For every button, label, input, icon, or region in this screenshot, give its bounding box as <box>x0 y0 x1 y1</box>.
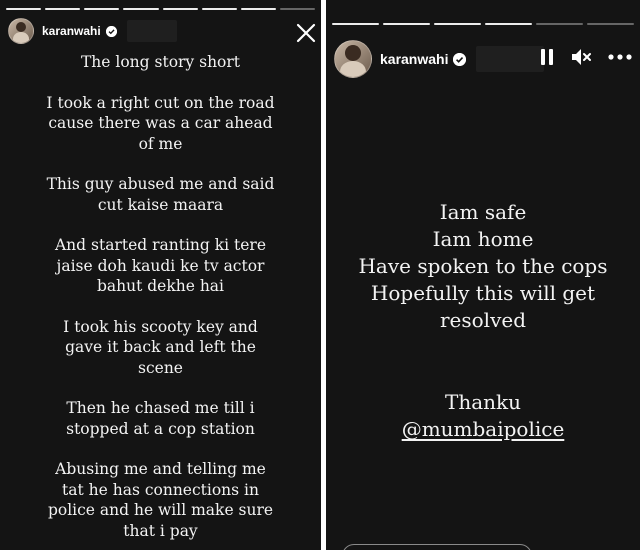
username[interactable]: karanwahi <box>42 24 101 38</box>
story-progress-bar <box>332 23 634 25</box>
story-paragraph: I took his scooty key and gave it back a… <box>63 317 258 377</box>
pause-icon[interactable] <box>540 48 554 66</box>
thanks-text: Thanku <box>444 390 522 414</box>
story-panel-left: karanwahi The long story short I took a … <box>0 0 321 550</box>
story-progress-bar <box>6 8 315 10</box>
progress-segment <box>162 8 198 10</box>
story-line: Hopefully this will get <box>370 281 596 305</box>
story-line: Have spoken to the cops <box>358 254 608 278</box>
progress-segment <box>536 23 583 25</box>
avatar[interactable] <box>334 40 372 78</box>
mute-icon[interactable] <box>571 48 591 66</box>
progress-segment <box>434 23 481 25</box>
progress-segment <box>279 8 315 10</box>
more-options-icon[interactable] <box>608 54 632 60</box>
story-header: karanwahi <box>8 18 177 44</box>
progress-segment <box>123 8 159 10</box>
story-line: Iam home <box>432 227 534 251</box>
story-header: karanwahi <box>334 40 545 78</box>
story-paragraph: And started ranting ki tere jaise doh ka… <box>54 236 267 295</box>
username[interactable]: karanwahi <box>380 51 448 67</box>
story-line: Iam safe <box>439 200 527 224</box>
story-paragraph: I took a right cut on the road cause the… <box>46 93 275 153</box>
story-panel-right: karanwahi Iam safe Iam home Have spoken … <box>326 0 640 550</box>
story-paragraph: Then he chased me till i stopped at a co… <box>66 399 255 438</box>
mention-link[interactable]: @mumbaipolice <box>326 416 640 443</box>
progress-segment <box>240 8 276 10</box>
story-line: resolved <box>439 308 527 332</box>
story-paragraph: The long story short <box>80 53 241 71</box>
progress-segment <box>45 8 81 10</box>
verified-badge-icon <box>105 25 117 37</box>
story-paragraph: This guy abused me and said cut kaise ma… <box>46 175 275 214</box>
reply-input[interactable] <box>342 544 532 550</box>
close-icon[interactable] <box>293 20 319 46</box>
story-text-left: The long story short I took a right cut … <box>0 52 321 541</box>
progress-segment <box>383 23 430 25</box>
progress-segment <box>201 8 237 10</box>
avatar[interactable] <box>8 18 34 44</box>
progress-segment <box>84 8 120 10</box>
progress-segment <box>485 23 532 25</box>
progress-segment <box>332 23 379 25</box>
progress-segment <box>587 23 634 25</box>
story-text-right: Iam safe Iam home Have spoken to the cop… <box>326 199 640 443</box>
progress-segment <box>6 8 42 10</box>
redacted-area <box>476 46 545 72</box>
redacted-area <box>126 20 177 42</box>
story-paragraph: Abusing me and telling me tat he has con… <box>47 460 274 540</box>
verified-badge-icon <box>453 52 467 66</box>
